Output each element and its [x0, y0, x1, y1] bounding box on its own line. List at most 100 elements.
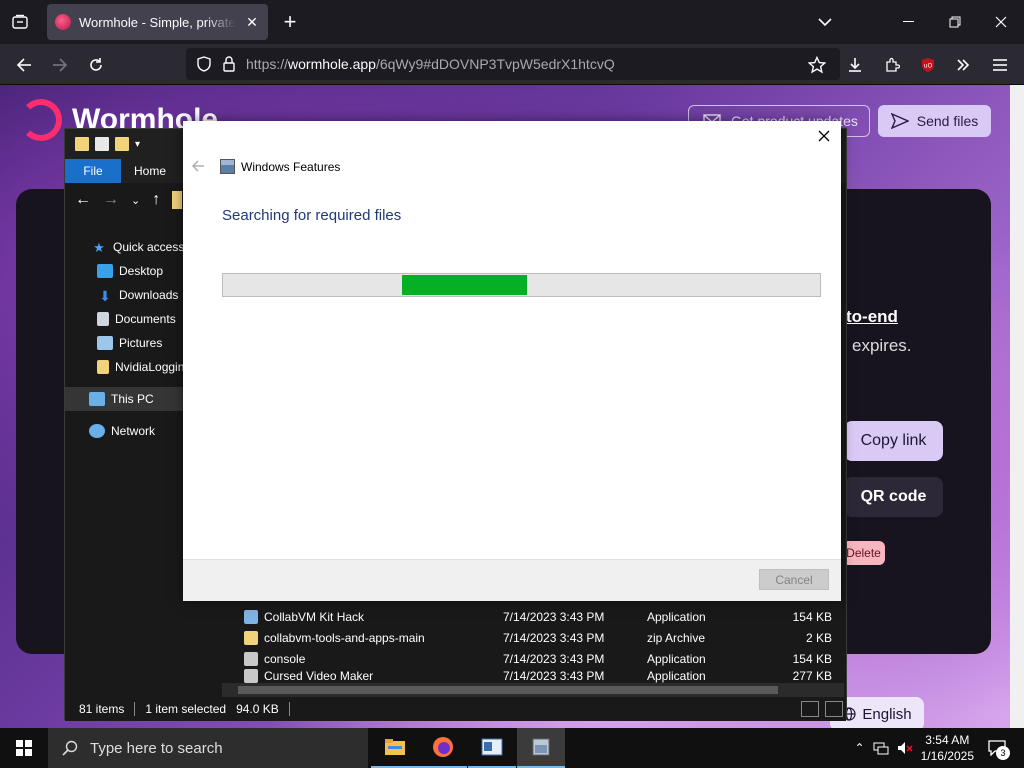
file-row[interactable]: CollabVM Kit Hack 7/14/2023 3:43 PM Appl… [222, 606, 844, 627]
forward-button[interactable] [45, 50, 75, 80]
back-arrow-icon [192, 160, 204, 172]
lock-icon[interactable] [222, 56, 236, 72]
desktop-icon [97, 264, 113, 278]
puzzle-icon [886, 57, 900, 72]
large-icons-view-button[interactable] [825, 701, 843, 717]
page-scrollbar[interactable] [1010, 85, 1024, 728]
ublock-shield-icon: uO [922, 58, 934, 72]
clock[interactable]: 3:54 AM 1/16/2025 [921, 732, 974, 764]
tab-close-icon[interactable]: ✕ [244, 14, 260, 30]
sidebar-item-label: Quick access [113, 240, 185, 254]
bookmark-button[interactable] [802, 50, 832, 80]
taskbar-app-firefox[interactable] [419, 728, 467, 768]
taskbar-app-control-panel[interactable] [468, 728, 516, 768]
download-icon [849, 58, 861, 72]
show-hidden-icons-icon[interactable]: ⌃ [855, 741, 865, 755]
url-bar[interactable]: https://wormhole.app/6qWy9#dDOVNP3TvpW5e… [186, 48, 840, 80]
close-icon [818, 130, 830, 142]
properties-icon[interactable] [95, 137, 109, 151]
copy-link-button[interactable]: Copy link [844, 421, 943, 461]
new-tab-button[interactable]: + [278, 9, 302, 34]
dialog-back-button[interactable] [191, 159, 205, 177]
customize-toolbar-icon[interactable]: ▾ [135, 139, 140, 150]
close-icon [995, 16, 1007, 28]
firefox-icon [433, 737, 453, 757]
reload-button[interactable] [81, 50, 111, 80]
windows-logo-icon [16, 740, 32, 756]
extensions-button[interactable] [877, 50, 907, 80]
picture-icon [97, 336, 113, 350]
browser-nav-bar: https://wormhole.app/6qWy9#dDOVNP3TvpW5e… [0, 44, 1024, 85]
send-files-button[interactable]: Send files [878, 105, 991, 137]
double-chevron-right-icon [957, 59, 970, 71]
hamburger-menu-icon [993, 59, 1007, 71]
file-date: 7/14/2023 3:43 PM [503, 669, 605, 683]
downloads-button[interactable] [840, 50, 870, 80]
file-size: 154 KB [792, 651, 832, 666]
new-folder-icon[interactable] [115, 137, 129, 151]
delete-button[interactable]: Delete [842, 541, 885, 565]
selection-size: 94.0 KB [236, 702, 279, 716]
expires-text: expires. [852, 336, 912, 355]
ublock-origin-button[interactable]: uO [913, 50, 943, 80]
folder-icon [97, 360, 109, 374]
url-text[interactable]: https://wormhole.app/6qWy9#dDOVNP3TvpW5e… [246, 56, 615, 72]
ribbon-tab-home[interactable]: Home [121, 159, 179, 183]
file-type: Application [647, 669, 706, 683]
taskbar-app-file-explorer[interactable] [371, 728, 419, 768]
file-type: Application [647, 651, 706, 666]
computer-icon [89, 392, 105, 406]
recent-locations-icon[interactable]: ⌄ [131, 194, 140, 207]
language-label: English [862, 705, 912, 723]
list-all-tabs-button[interactable] [802, 0, 848, 44]
file-size: 277 KB [792, 669, 832, 683]
explorer-status-bar: 81 items 1 item selected 94.0 KB [65, 697, 846, 721]
selection-count: 1 item selected [145, 702, 227, 716]
dialog-header: Windows Features [220, 159, 340, 174]
dialog-close-button[interactable] [815, 127, 833, 145]
sidebar-item-label: Network [111, 424, 156, 438]
browser-tab[interactable]: Wormhole - Simple, private file sharing … [47, 4, 268, 40]
file-row[interactable]: console 7/14/2023 3:43 PM Application 15… [222, 648, 844, 669]
tab-title: Wormhole - Simple, private file sharing [79, 14, 236, 30]
volume-muted-icon[interactable] [897, 741, 913, 755]
back-arrow-icon[interactable]: ← [75, 191, 91, 209]
console-app-icon [244, 651, 258, 666]
up-arrow-icon[interactable]: ↑ [152, 191, 160, 209]
restore-button[interactable] [932, 0, 978, 44]
network-icon [89, 424, 105, 438]
dialog-footer: Cancel [183, 559, 841, 601]
status-separator [134, 702, 136, 716]
app-menu-button[interactable] [985, 50, 1015, 80]
horizontal-scrollbar[interactable] [222, 683, 844, 697]
address-folder-icon[interactable] [172, 191, 183, 209]
forward-arrow-icon[interactable]: → [103, 191, 119, 209]
end-to-end-text[interactable]: to-end [846, 307, 898, 327]
taskbar-search[interactable]: Type here to search [48, 728, 368, 768]
restore-icon [949, 16, 961, 28]
details-view-button[interactable] [801, 701, 819, 717]
sidebar-item-label: Desktop [119, 264, 164, 278]
back-button[interactable] [9, 50, 39, 80]
cancel-button[interactable]: Cancel [759, 569, 829, 590]
taskbar: Type here to search ⌃ 3:54 AM 1/16/2025 … [0, 728, 1024, 768]
ribbon-tab-file[interactable]: File [65, 159, 121, 183]
network-icon[interactable] [873, 741, 889, 755]
tab-list-button[interactable] [6, 10, 34, 34]
file-name: CollabVM Kit Hack [264, 609, 365, 624]
scrollbar-thumb[interactable] [238, 686, 778, 694]
action-center-button[interactable]: 3 [982, 733, 1012, 763]
start-button[interactable] [0, 728, 48, 768]
url-host: wormhole.app [288, 56, 376, 72]
file-row[interactable]: Cursed Video Maker 7/14/2023 3:43 PM App… [222, 669, 844, 683]
more-tools-button[interactable] [948, 50, 978, 80]
sidebar-item-label: Downloads [119, 288, 179, 302]
minimize-button[interactable] [886, 0, 932, 44]
progress-bar [222, 273, 821, 297]
file-date: 7/14/2023 3:43 PM [503, 609, 605, 624]
close-window-button[interactable] [978, 0, 1024, 44]
taskbar-app-windows-features[interactable] [517, 728, 565, 768]
qr-code-button[interactable]: QR code [844, 477, 943, 517]
shield-icon[interactable] [196, 56, 212, 72]
file-row[interactable]: collabvm-tools-and-apps-main 7/14/2023 3… [222, 627, 844, 648]
